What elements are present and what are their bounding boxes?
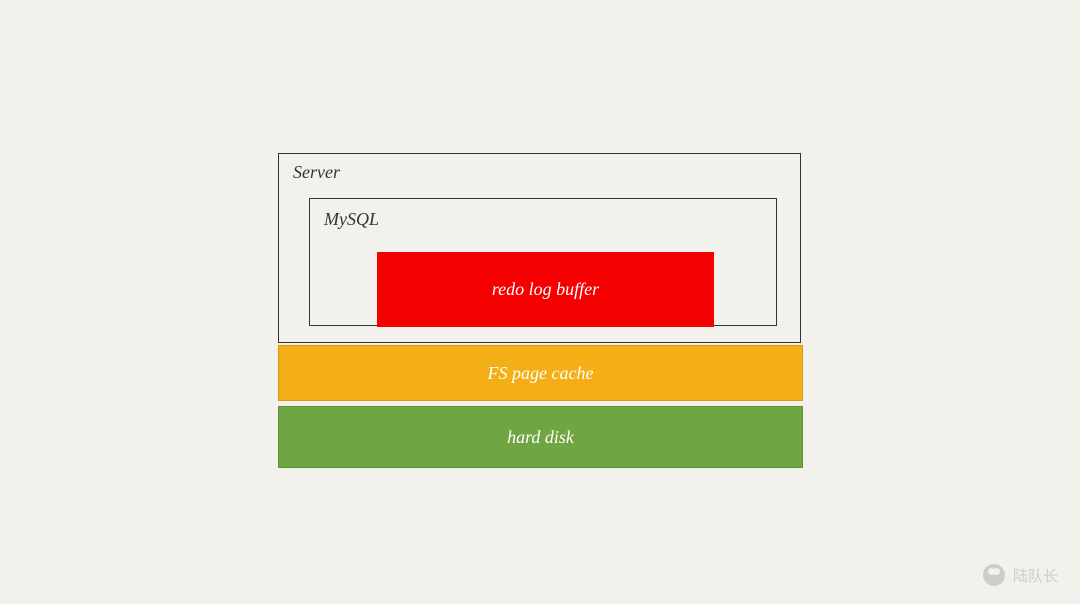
mysql-label: MySQL (324, 209, 379, 230)
watermark-text: 陆队长 (1013, 565, 1058, 586)
hard-disk-box: hard disk (278, 406, 803, 468)
watermark: 陆队长 (983, 564, 1058, 586)
fs-page-cache-label: FS page cache (488, 363, 594, 384)
redo-log-buffer-box: redo log buffer (377, 252, 714, 327)
server-container: Server MySQL redo log buffer (278, 153, 801, 343)
wechat-icon (983, 564, 1005, 586)
fs-page-cache-box: FS page cache (278, 345, 803, 401)
hard-disk-label: hard disk (507, 427, 574, 448)
server-label: Server (293, 162, 340, 183)
redo-log-buffer-label: redo log buffer (492, 279, 599, 300)
mysql-container: MySQL redo log buffer (309, 198, 777, 326)
